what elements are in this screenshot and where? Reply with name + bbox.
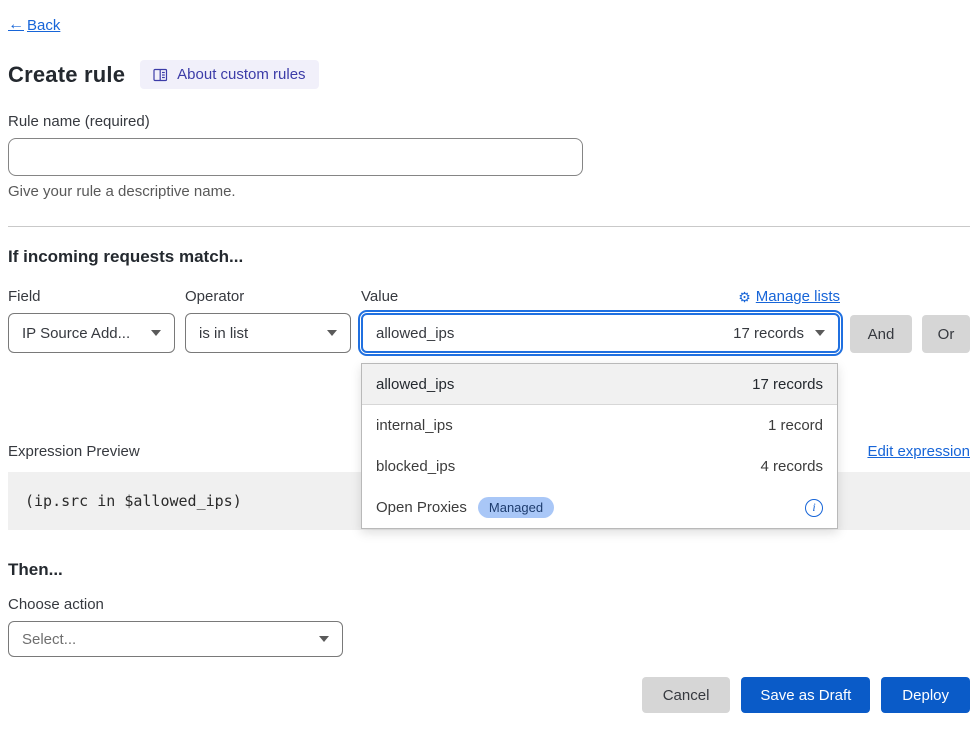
back-link[interactable]: ←Back xyxy=(8,16,60,34)
field-select-value: IP Source Add... xyxy=(22,325,130,342)
value-column: Value ⚙ Manage lists allowed_ips 17 reco… xyxy=(361,288,840,353)
dropdown-item-internal-ips[interactable]: internal_ips 1 record xyxy=(362,405,837,446)
expression-preview-label: Expression Preview xyxy=(8,443,140,460)
match-section-heading: If incoming requests match... xyxy=(8,247,970,267)
deploy-button[interactable]: Deploy xyxy=(881,677,970,713)
edit-expression-link[interactable]: Edit expression xyxy=(867,443,970,460)
condition-row: Field IP Source Add... Operator is in li… xyxy=(8,288,970,353)
rule-name-helper: Give your rule a descriptive name. xyxy=(8,183,970,200)
manage-lists-link[interactable]: ⚙ Manage lists xyxy=(738,288,840,305)
chevron-down-icon xyxy=(815,330,825,336)
chevron-down-icon xyxy=(319,636,329,642)
title-row: Create rule About custom rules xyxy=(8,60,970,89)
operator-select-value: is in list xyxy=(199,325,248,342)
rule-name-label: Rule name (required) xyxy=(8,113,970,130)
action-select[interactable]: Select... xyxy=(8,621,343,657)
value-select-meta: 17 records xyxy=(733,325,804,342)
list-name: allowed_ips xyxy=(376,376,454,393)
back-arrow-icon: ← xyxy=(8,16,24,34)
value-label: Value xyxy=(361,288,398,305)
dropdown-item-allowed-ips[interactable]: allowed_ips 17 records xyxy=(362,364,837,405)
operator-select[interactable]: is in list xyxy=(185,313,351,353)
dropdown-item-open-proxies[interactable]: Open Proxies Managed i xyxy=(362,487,837,528)
choose-action-label: Choose action xyxy=(8,596,970,613)
gear-icon: ⚙ xyxy=(738,290,751,304)
then-section-heading: Then... xyxy=(8,560,970,580)
or-button[interactable]: Or xyxy=(922,315,970,353)
chevron-down-icon xyxy=(327,330,337,336)
value-select-wrap: allowed_ips 17 records allowed_ips 17 re… xyxy=(361,313,840,353)
field-label: Field xyxy=(8,288,175,305)
operator-column: Operator is in list xyxy=(185,288,351,353)
cancel-button[interactable]: Cancel xyxy=(642,677,731,713)
list-meta: 1 record xyxy=(768,417,823,434)
operator-label: Operator xyxy=(185,288,351,305)
field-column: Field IP Source Add... xyxy=(8,288,175,353)
action-select-placeholder: Select... xyxy=(22,631,76,648)
back-link-label: Back xyxy=(27,17,60,34)
footer-actions: Cancel Save as Draft Deploy xyxy=(8,677,970,713)
dropdown-item-blocked-ips[interactable]: blocked_ips 4 records xyxy=(362,446,837,487)
chevron-down-icon xyxy=(151,330,161,336)
value-select-right: 17 records xyxy=(733,325,825,342)
page-title: Create rule xyxy=(8,62,125,88)
value-select-name: allowed_ips xyxy=(376,325,454,342)
open-proxies-name-group: Open Proxies Managed xyxy=(376,497,554,518)
manage-lists-label: Manage lists xyxy=(756,288,840,305)
list-meta: 4 records xyxy=(760,458,823,475)
list-name: internal_ips xyxy=(376,417,453,434)
rule-name-input[interactable] xyxy=(8,138,583,176)
field-select[interactable]: IP Source Add... xyxy=(8,313,175,353)
value-label-row: Value ⚙ Manage lists xyxy=(361,288,840,305)
about-custom-rules-link[interactable]: About custom rules xyxy=(140,60,318,89)
and-button[interactable]: And xyxy=(850,315,912,353)
about-badge-label: About custom rules xyxy=(177,66,305,83)
list-name: Open Proxies xyxy=(376,499,467,516)
info-icon[interactable]: i xyxy=(805,499,823,517)
list-name: blocked_ips xyxy=(376,458,455,475)
value-select[interactable]: allowed_ips 17 records xyxy=(361,313,840,353)
save-as-draft-button[interactable]: Save as Draft xyxy=(741,677,870,713)
managed-badge: Managed xyxy=(478,497,554,518)
value-dropdown: allowed_ips 17 records internal_ips 1 re… xyxy=(361,363,838,529)
section-divider xyxy=(8,226,970,227)
book-icon xyxy=(153,68,168,82)
list-meta: 17 records xyxy=(752,376,823,393)
